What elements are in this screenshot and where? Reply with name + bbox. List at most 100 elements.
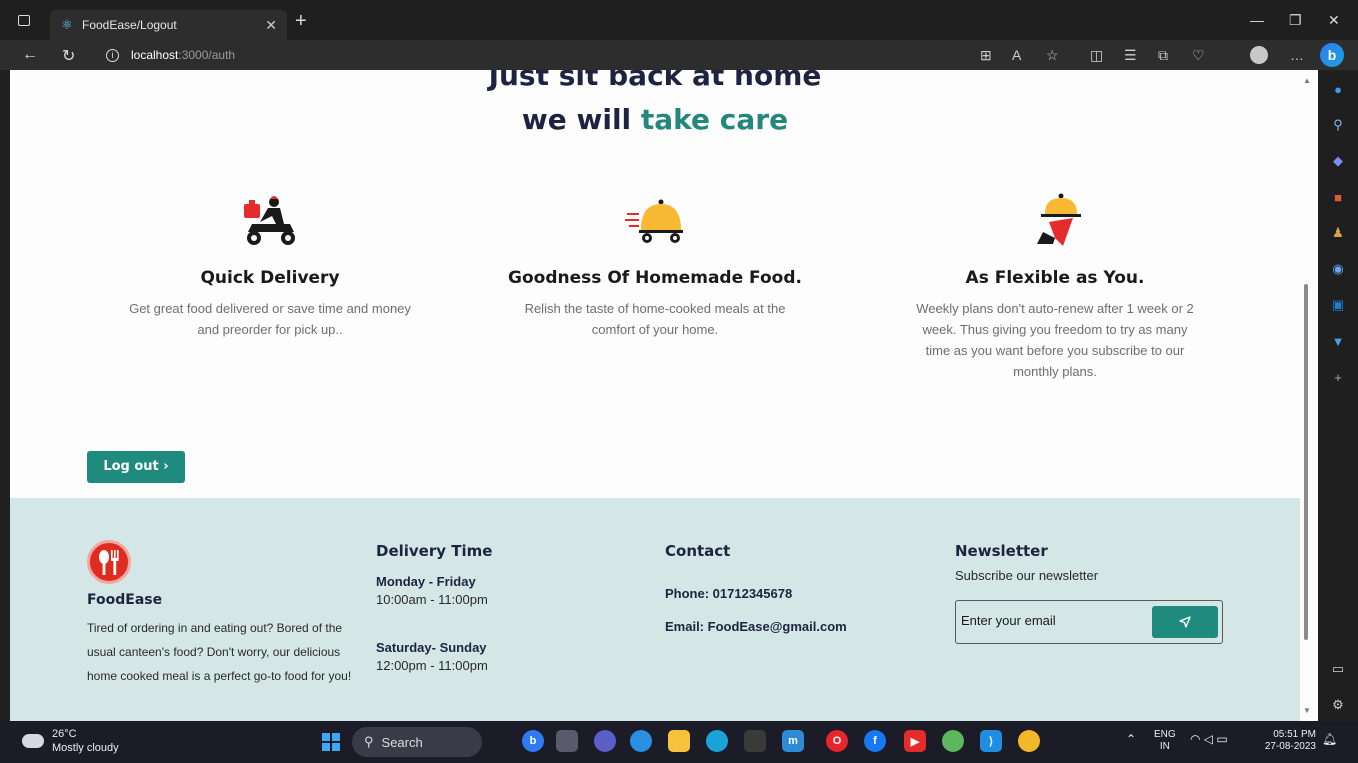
logout-button[interactable]: Log out › — [87, 451, 185, 483]
app-available-icon[interactable]: ⊞ — [980, 47, 992, 64]
new-tab-icon[interactable]: + — [295, 10, 307, 32]
sidebar-settings-icon[interactable]: ⚙ — [1327, 694, 1349, 716]
language-code: ENG — [1154, 729, 1176, 740]
url-field[interactable]: i localhost:3000/auth — [96, 43, 966, 67]
minimize-icon[interactable]: — — [1250, 12, 1264, 28]
fork-knife-icon — [99, 550, 119, 575]
games-icon[interactable]: ♟ — [1327, 222, 1349, 244]
wifi-volume-battery-icon[interactable]: ◠ ◁ ▭ — [1190, 733, 1228, 745]
feature-description: Relish the taste of home-cooked meals at… — [524, 301, 786, 337]
footer-brand-name: FoodEase — [87, 592, 163, 608]
scrollbar-thumb[interactable] — [1304, 284, 1308, 640]
hero-line-2: we will take care — [10, 98, 1300, 142]
hide-sidebar-icon[interactable]: ▭ — [1327, 658, 1349, 680]
outlook-icon[interactable]: ▣ — [1327, 294, 1349, 316]
page-viewport: Just sit back at home we will take care … — [10, 70, 1318, 721]
teams-meet-icon[interactable] — [594, 730, 616, 752]
weekend-label: Saturday- Sunday — [376, 640, 487, 655]
feature-title: Goodness Of Homemade Food. — [508, 268, 802, 288]
hero-heading: Just sit back at home we will take care — [10, 70, 1300, 142]
weekend-hours: 12:00pm - 11:00pm — [376, 658, 488, 673]
more-menu-icon[interactable]: … — [1290, 47, 1304, 63]
tools-briefcase-icon[interactable]: ■ — [1327, 186, 1349, 208]
site-info-icon[interactable]: i — [106, 48, 119, 62]
taskbar-search-label: Search — [381, 734, 423, 750]
delivery-scooter-icon — [244, 196, 295, 245]
feature-homemade-food: Goodness Of Homemade Food. Relish the ta… — [505, 188, 805, 340]
feature-flexible: As Flexible as You. Weekly plans don't a… — [905, 188, 1205, 382]
split-screen-icon[interactable]: ◫ — [1090, 47, 1103, 64]
add-sidebar-app-icon[interactable]: + — [1327, 366, 1349, 388]
contact-email[interactable]: Email: FoodEase@gmail.com — [665, 619, 847, 634]
profile-avatar[interactable] — [1250, 46, 1268, 64]
close-tab-icon[interactable]: ✕ — [265, 17, 277, 34]
read-aloud-icon[interactable]: A — [1012, 47, 1021, 63]
footer-delivery-column: Delivery Time Monday - Friday 10:00am - … — [376, 542, 492, 673]
task-view-icon[interactable] — [556, 730, 578, 752]
search-icon[interactable]: ⚲ — [1327, 114, 1349, 136]
url-host: localhost — [131, 48, 179, 62]
chrome-icon[interactable] — [1018, 730, 1040, 752]
mdp-app-icon[interactable]: m — [782, 730, 804, 752]
feature-title: As Flexible as You. — [965, 268, 1145, 288]
clock[interactable]: 05:51 PM 27-08-2023 — [1258, 729, 1316, 753]
bing-copilot-icon[interactable]: b — [1320, 43, 1344, 67]
region-code: IN — [1159, 741, 1170, 752]
drop-icon[interactable]: ▼ — [1327, 330, 1349, 352]
weather-widget[interactable]: 26°C Mostly cloudy — [18, 727, 119, 755]
browser-tab-bar: ⚛ FoodEase/Logout ✕ + — ❐ ✕ — [0, 0, 1358, 40]
weekday-label: Monday - Friday — [376, 574, 476, 589]
tab-title: FoodEase/Logout — [82, 18, 177, 32]
windows-start-icon[interactable] — [322, 733, 340, 751]
microsoft-365-icon[interactable]: ◉ — [1327, 258, 1349, 280]
restore-icon[interactable]: ❐ — [1289, 12, 1302, 29]
opera-icon[interactable]: O — [826, 730, 848, 752]
footer-contact-column: Contact Phone: 01712345678 Email: FoodEa… — [665, 542, 847, 634]
weather-condition: Mostly cloudy — [52, 742, 119, 754]
spring-tool-icon[interactable] — [942, 730, 964, 752]
delivery-heading: Delivery Time — [376, 542, 493, 560]
hero-line-2-prefix: we will — [521, 103, 641, 136]
file-explorer-icon[interactable] — [668, 730, 690, 752]
vscode-icon[interactable]: ⟩ — [980, 730, 1002, 752]
microsoft-store-icon[interactable] — [744, 730, 766, 752]
bing-app-icon[interactable]: b — [522, 730, 544, 752]
collections-icon[interactable]: ⧉ — [1158, 47, 1168, 64]
refresh-icon[interactable]: ↻ — [62, 46, 75, 66]
email-input[interactable]: Enter your email — [961, 613, 1056, 628]
notifications-icon[interactable]: ● — [1327, 78, 1349, 100]
close-window-icon[interactable]: ✕ — [1328, 12, 1340, 29]
scroll-down-icon[interactable]: ▼ — [1303, 706, 1311, 715]
page-scrollbar[interactable] — [1300, 70, 1318, 721]
browser-essentials-icon[interactable]: ♡ — [1192, 47, 1205, 64]
scroll-up-icon[interactable]: ▲ — [1303, 76, 1311, 85]
weather-temperature: 26°C — [52, 728, 77, 740]
address-bar: ← ↻ i localhost:3000/auth ⊞ A ☆ ◫ ☰ ⧉ ♡ … — [0, 40, 1358, 70]
search-icon: ⚲ — [364, 734, 374, 749]
shopping-tag-icon[interactable]: ◆ — [1327, 150, 1349, 172]
show-hidden-icons[interactable]: ⌃ — [1126, 733, 1136, 745]
language-indicator[interactable]: ENG IN — [1154, 729, 1176, 753]
taskbar-search[interactable]: ⚲ Search — [352, 727, 482, 757]
youtube-icon[interactable]: ▶ — [904, 730, 926, 752]
newsletter-subtitle: Subscribe our newsletter — [955, 568, 1099, 583]
favorites-icon[interactable]: ☰ — [1124, 47, 1137, 64]
favorite-star-icon[interactable]: ☆ — [1046, 47, 1059, 64]
copilot-icon[interactable] — [630, 730, 652, 752]
browser-tab[interactable]: ⚛ FoodEase/Logout ✕ — [50, 10, 287, 40]
food-cloche-cart-icon — [625, 199, 683, 243]
tab-actions-icon[interactable] — [18, 15, 30, 26]
feature-description: Weekly plans don't auto-renew after 1 we… — [916, 301, 1194, 379]
footer-about-text: Tired of ordering in and eating out? Bor… — [87, 621, 352, 683]
feature-description: Get great food delivered or save time an… — [129, 301, 411, 337]
notifications-bell-icon[interactable]: 🔔︎ — [1322, 733, 1337, 745]
facebook-icon[interactable]: f — [864, 730, 886, 752]
back-icon[interactable]: ← — [22, 46, 38, 64]
edge-browser-icon[interactable] — [706, 730, 728, 752]
contact-phone: Phone: 01712345678 — [665, 586, 793, 601]
feature-quick-delivery: Quick Delivery Get great food delivered … — [120, 188, 420, 340]
subscribe-send-button[interactable] — [1152, 606, 1218, 638]
clock-date: 27-08-2023 — [1264, 741, 1316, 752]
send-icon — [1179, 616, 1191, 628]
hero-accent-text: take care — [640, 103, 789, 136]
